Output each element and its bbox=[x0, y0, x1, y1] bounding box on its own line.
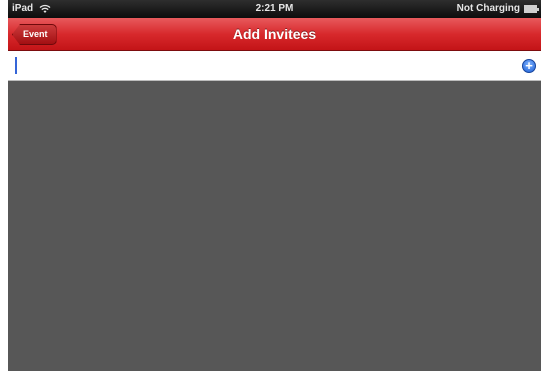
ipad-screen: iPad 2:21 PM Not Charging Event Add Invi… bbox=[8, 0, 541, 371]
battery-icon bbox=[524, 4, 539, 13]
status-right: Not Charging bbox=[456, 3, 539, 14]
plus-circle-icon: + bbox=[525, 58, 533, 73]
invitee-input-row: + bbox=[8, 51, 541, 81]
invitee-input[interactable] bbox=[12, 55, 492, 77]
text-cursor bbox=[15, 57, 17, 74]
content-area bbox=[8, 82, 541, 371]
navigation-bar: Event Add Invitees bbox=[8, 18, 541, 51]
battery-status: Not Charging bbox=[456, 3, 520, 14]
status-bar: iPad 2:21 PM Not Charging bbox=[8, 0, 541, 18]
add-contact-button[interactable]: + bbox=[522, 59, 536, 73]
page-title: Add Invitees bbox=[232, 26, 317, 42]
